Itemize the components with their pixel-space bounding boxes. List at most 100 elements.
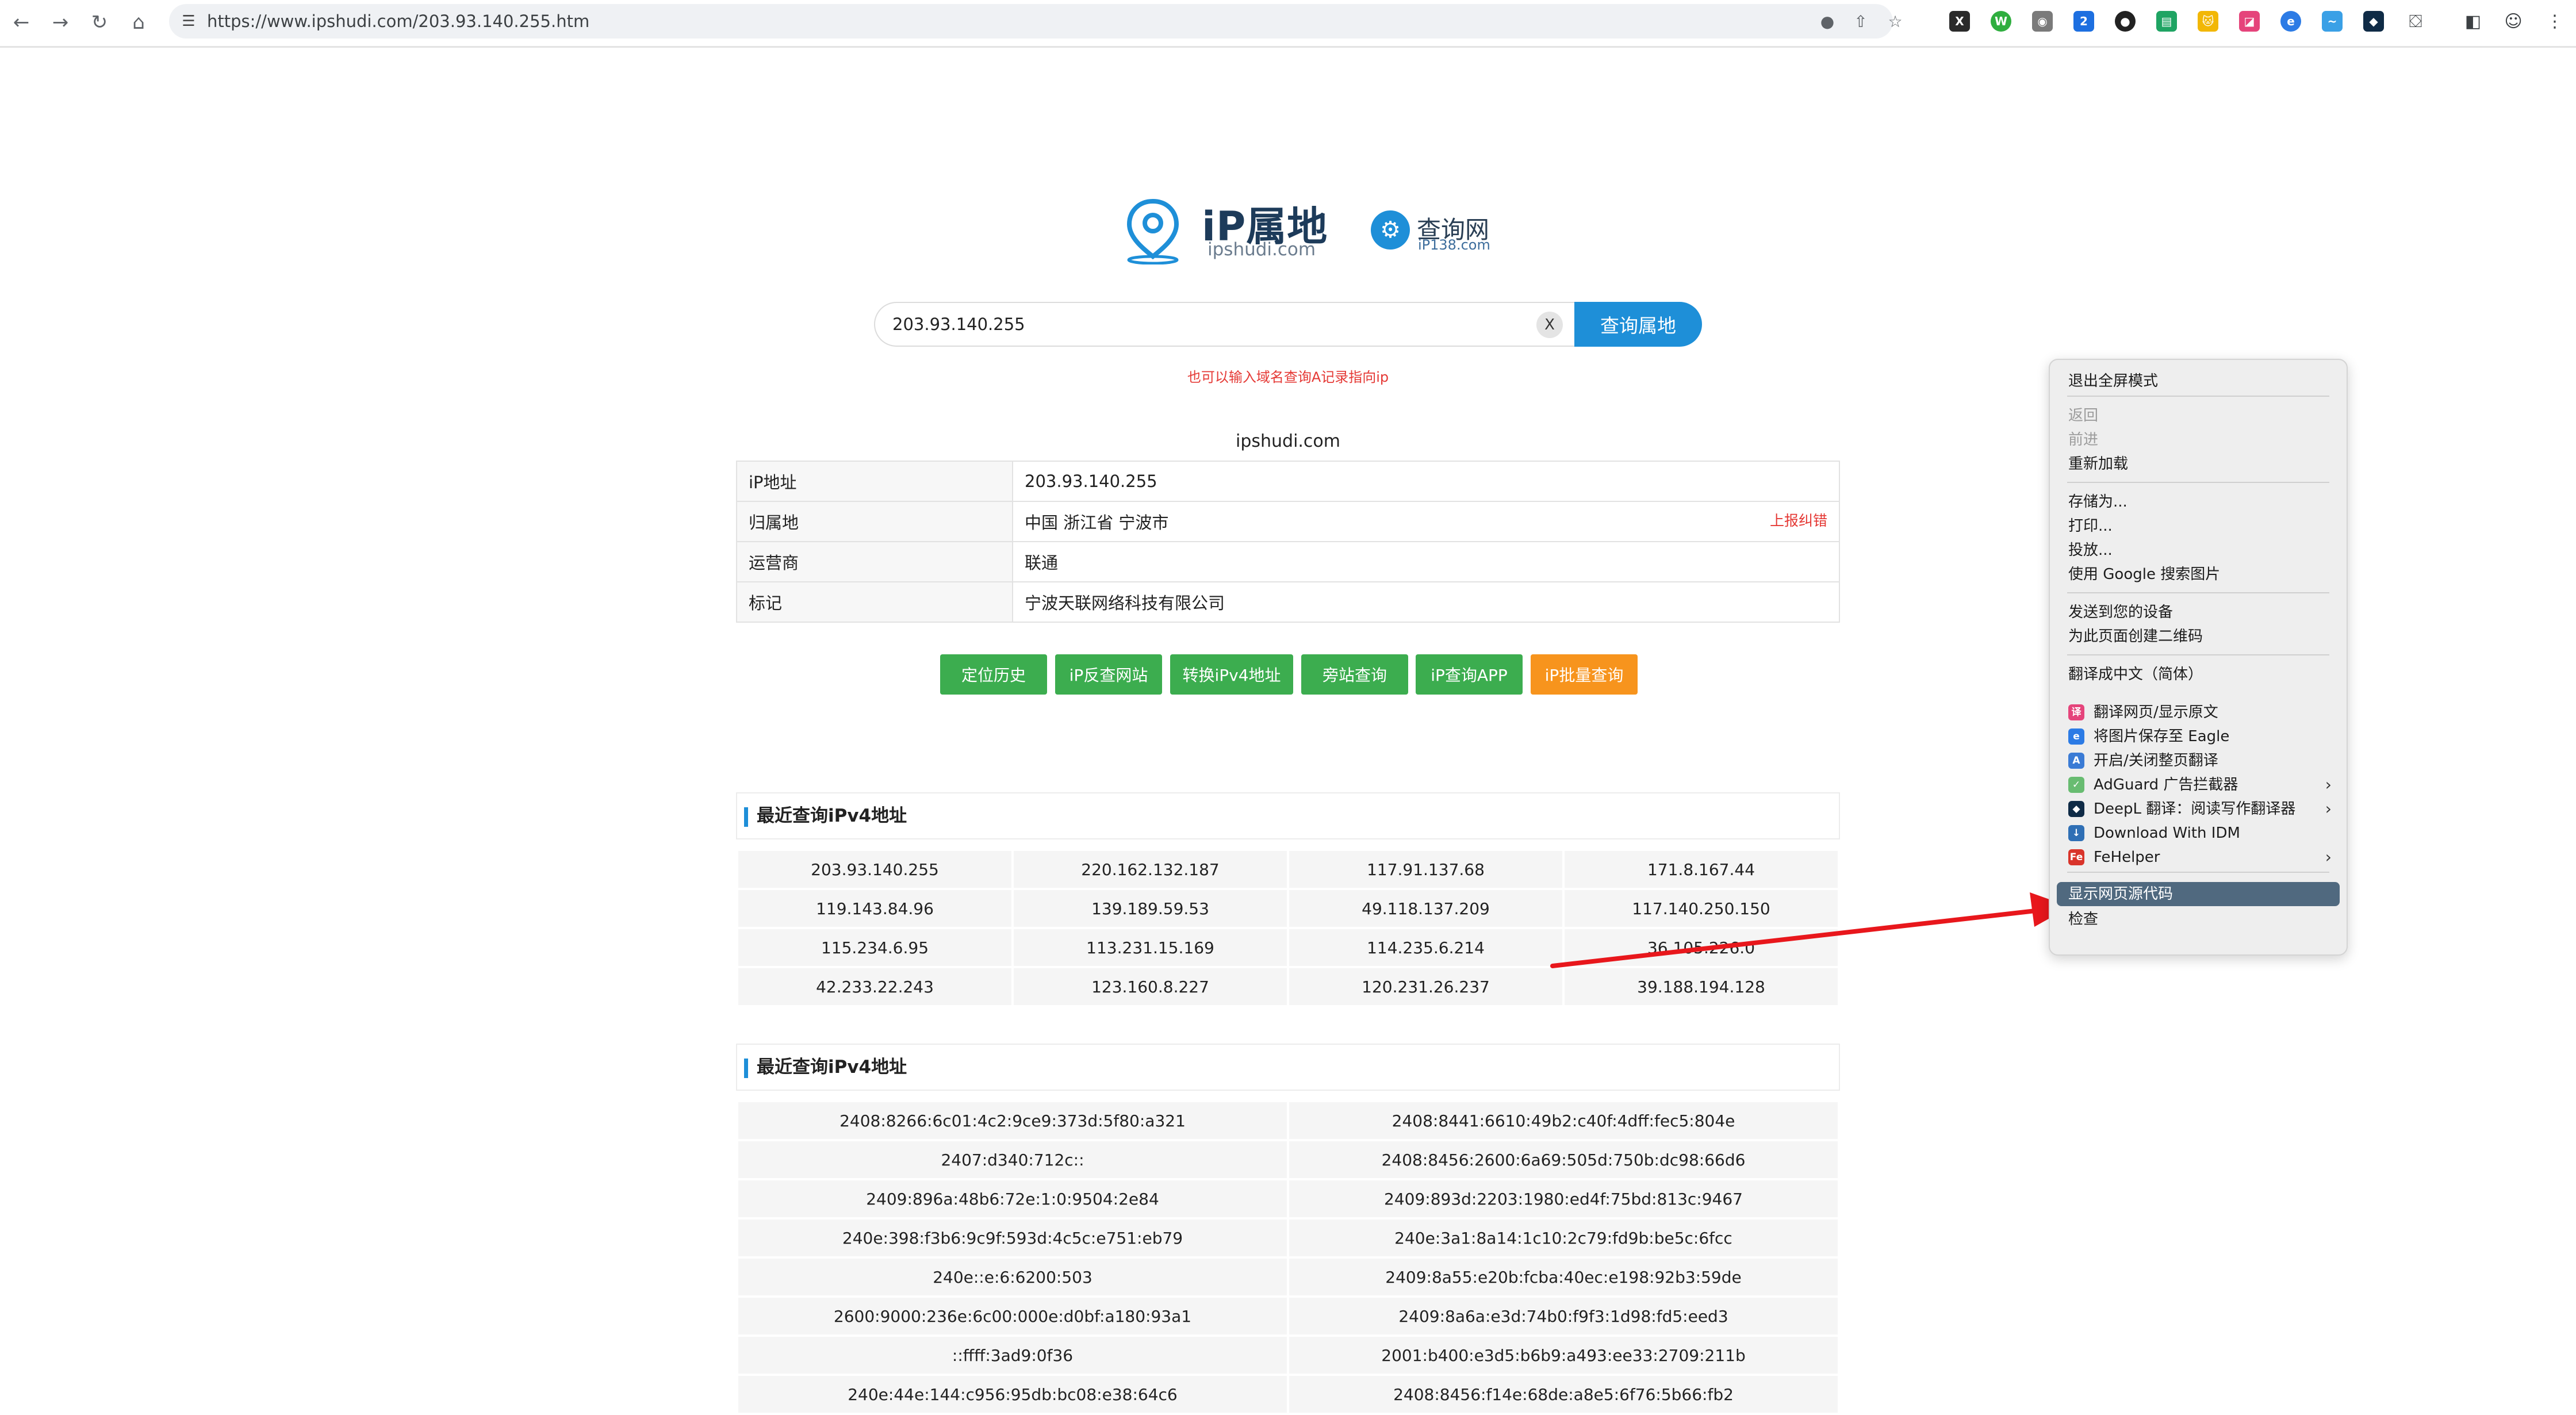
recent-ipv6-link[interactable]: 2409:893d:2203:1980:ed4f:75bd:813c:9467 [1289, 1180, 1838, 1217]
recent-ip-link[interactable]: 42.233.22.243 [738, 968, 1011, 1005]
extension-red-dot-icon[interactable]: ● [2115, 11, 2136, 32]
recent-ip-link[interactable]: 120.231.26.237 [1289, 968, 1562, 1005]
recent-ipv6-link[interactable]: 2408:8266:6c01:4c2:9ce9:373d:5f80:a321 [738, 1102, 1287, 1139]
location-history-button[interactable]: 定位历史 [940, 654, 1047, 695]
menu-item-label: 重新加载 [2068, 455, 2129, 473]
recent-ipv6-link[interactable]: 2409:896a:48b6:72e:1:0:9504:2e84 [738, 1180, 1287, 1217]
context-menu-item[interactable]: 为此页面创建二维码 [2050, 624, 2347, 649]
forward-arrow-icon[interactable]: → [46, 8, 75, 37]
context-menu-item[interactable]: A 开启/关闭整页翻译 [2050, 749, 2347, 773]
recent-ip-link[interactable]: 220.162.132.187 [1014, 851, 1287, 888]
recent-ipv6-link[interactable]: 2409:8a6a:e3d:74b0:f9f3:1d98:fd5:eed3 [1289, 1298, 1838, 1335]
report-error-link[interactable]: 上报纠错 [1770, 509, 1827, 530]
table-row: 运营商 联通 [736, 541, 1840, 582]
home-icon[interactable]: ⌂ [124, 8, 153, 37]
logo-domain[interactable]: ipshudi.com [1208, 239, 1316, 260]
table-row: 240e:44e:144:c956:95db:bc08:e38:64c6 2408… [738, 1376, 1838, 1413]
context-menu-item[interactable]: 存储为... [2050, 490, 2347, 514]
recent-ipv6-link[interactable]: 2600:9000:236e:6c00:000e:d0bf:a180:93a1 [738, 1298, 1287, 1335]
ip-app-button[interactable]: iP查询APP [1416, 654, 1523, 695]
extension-whatsapp-icon[interactable]: W [1991, 11, 2011, 32]
context-menu-item[interactable]: 退出全屏模式 [2050, 369, 2347, 393]
recent-ipv6-link[interactable]: 2409:8a55:e20b:fcba:40ec:e198:92b3:59de [1289, 1259, 1838, 1295]
extension-blue-badge-icon[interactable]: 2 [2073, 11, 2094, 32]
context-menu-item[interactable]: 译翻译网页/显示原文 [2050, 700, 2347, 724]
context-menu-item[interactable]: 检查 [2050, 907, 2347, 931]
reverse-ip-button[interactable]: iP反查网站 [1055, 654, 1162, 695]
extension-camera-icon[interactable]: ◉ [2032, 11, 2053, 32]
side-panel-icon[interactable]: ◧ [2460, 8, 2486, 34]
context-menu-item[interactable]: 发送到您的设备 [2050, 600, 2347, 624]
convert-ipv4-button[interactable]: 转换iPv4地址 [1170, 654, 1293, 695]
site-settings-icon[interactable]: ☰ [177, 10, 200, 33]
menu-separator [2067, 482, 2329, 483]
recent-ipv6-link[interactable]: 2408:8456:2600:6a69:505d:750b:dc98:66d6 [1289, 1141, 1838, 1178]
extension-pink-translate-icon[interactable]: ◪ [2239, 11, 2260, 32]
recent-ip-link[interactable]: 203.93.140.255 [738, 851, 1011, 888]
recent-ipv6-link[interactable]: 240e::e:6:6200:503 [738, 1259, 1287, 1295]
recent-ip-link[interactable]: 171.8.167.44 [1565, 851, 1838, 888]
menu-item-label: 返回 [2068, 407, 2099, 424]
recent-ip-link[interactable]: 139.189.59.53 [1014, 890, 1287, 927]
extension-x-icon[interactable]: X [1949, 11, 1970, 32]
extension-eagle-icon[interactable]: e [2280, 11, 2301, 32]
extension-green-list-icon[interactable]: ▤ [2156, 11, 2177, 32]
context-menu-item[interactable]: 使用 Google 搜索图片 [2050, 562, 2347, 586]
url-text[interactable]: https://www.ipshudi.com/203.93.140.255.h… [207, 4, 589, 39]
context-menu-item[interactable]: ✓ AdGuard 广告拦截器 › [2050, 773, 2347, 797]
more-menu-icon[interactable]: ⋮ [2542, 8, 2568, 34]
context-menu-item[interactable]: 重新加载 [2050, 452, 2347, 476]
recent-ip-link[interactable]: 117.91.137.68 [1289, 851, 1562, 888]
recent-ip-link[interactable]: 39.188.194.128 [1565, 968, 1838, 1005]
context-menu-item[interactable]: 打印... [2050, 514, 2347, 538]
context-menu-item[interactable]: ◆ DeepL 翻译：阅读写作翻译器 › [2050, 797, 2347, 821]
context-menu-item[interactable]: e 将图片保存至 Eagle [2050, 724, 2347, 749]
extension-bird-icon[interactable]: ~ [2322, 11, 2343, 32]
batch-query-button[interactable]: iP批量查询 [1531, 654, 1638, 695]
recent-ip-link[interactable]: 117.140.250.150 [1565, 890, 1838, 927]
address-bar[interactable]: ☰ https://www.ipshudi.com/203.93.140.255… [169, 4, 1903, 39]
recent-ipv6-link[interactable]: 2408:8441:6610:49b2:c40f:4dff:fec5:804e [1289, 1102, 1838, 1139]
ip-search-input[interactable] [892, 303, 1467, 346]
table-row: 2600:9000:236e:6c00:000e:d0bf:a180:93a1 2… [738, 1298, 1838, 1335]
bookmark-star-icon[interactable]: ☆ [1884, 10, 1907, 33]
recent-ipv4-header: 最近查询iPv4地址 [736, 792, 1840, 839]
share-icon[interactable]: ⇧ [1849, 10, 1872, 33]
recent-ipv6-link[interactable]: ::ffff:3ad9:0f36 [738, 1337, 1287, 1374]
context-menu-item[interactable]: ↓ Download With IDM [2050, 821, 2347, 845]
sibling-site-button[interactable]: 旁站查询 [1301, 654, 1408, 695]
context-menu-item[interactable]: Fe FeHelper › [2050, 845, 2347, 869]
extensions-puzzle-icon[interactable]: ⛋ [2402, 8, 2429, 34]
profile-avatar-icon[interactable]: ☺ [2500, 8, 2527, 34]
context-menu-item[interactable]: 翻译成中文（简体） [2050, 662, 2347, 687]
reload-icon[interactable]: ↻ [85, 8, 114, 37]
back-arrow-icon[interactable]: ← [7, 8, 36, 37]
recent-ipv6-link[interactable]: 240e:3a1:8a14:1c10:2c79:fd9b:be5c:6fcc [1289, 1220, 1838, 1256]
recent-ipv6-link[interactable]: 240e:398:f3b6:9c9f:593d:4c5c:e751:eb79 [738, 1220, 1287, 1256]
partner-logo-domain[interactable]: iP138.com [1418, 237, 1490, 253]
table-row: 119.143.84.96 139.189.59.53 49.118.137.209… [738, 890, 1838, 927]
recent-ip-link[interactable]: 49.118.137.209 [1289, 890, 1562, 927]
ip138-logo-icon[interactable]: ⚙ [1371, 210, 1410, 250]
menu-item-label: 前进 [2068, 431, 2099, 448]
recent-ip-link[interactable]: 113.231.15.169 [1014, 929, 1287, 966]
menu-item-label: 显示网页源代码 [2068, 885, 2174, 903]
location-pin-icon[interactable]: ● [1816, 10, 1839, 33]
recent-ip-link[interactable]: 119.143.84.96 [738, 890, 1011, 927]
recent-ip-link[interactable]: 115.234.6.95 [738, 929, 1011, 966]
recent-ip-link[interactable]: 114.235.6.214 [1289, 929, 1562, 966]
clear-input-button[interactable]: X [1536, 312, 1563, 338]
context-menu-item[interactable]: 投放... [2050, 538, 2347, 562]
recent-ip-link[interactable]: 36.105.226.0 [1565, 929, 1838, 966]
recent-ipv6-link[interactable]: 2407:d340:712c:: [738, 1141, 1287, 1178]
recent-ipv6-link[interactable]: 2408:8456:f14e:68de:a8e5:6f76:5b66:fb2 [1289, 1376, 1838, 1413]
menu-item-label: 将图片保存至 Eagle [2094, 728, 2230, 745]
recent-ipv6-link[interactable]: 240e:44e:144:c956:95db:bc08:e38:64c6 [738, 1376, 1287, 1413]
recent-ip-link[interactable]: 123.160.8.227 [1014, 968, 1287, 1005]
info-value: 联通 [1012, 541, 1840, 582]
context-menu-item[interactable]: 显示网页源代码 [2057, 882, 2340, 906]
recent-ipv6-link[interactable]: 2001:b400:e3d5:b6b9:a493:ee33:2709:211b [1289, 1337, 1838, 1374]
extension-yellow-cat-icon[interactable]: 🐱 [2198, 11, 2218, 32]
extension-deepl-icon[interactable]: ◆ [2363, 11, 2384, 32]
search-button[interactable]: 查询属地 [1574, 302, 1702, 347]
